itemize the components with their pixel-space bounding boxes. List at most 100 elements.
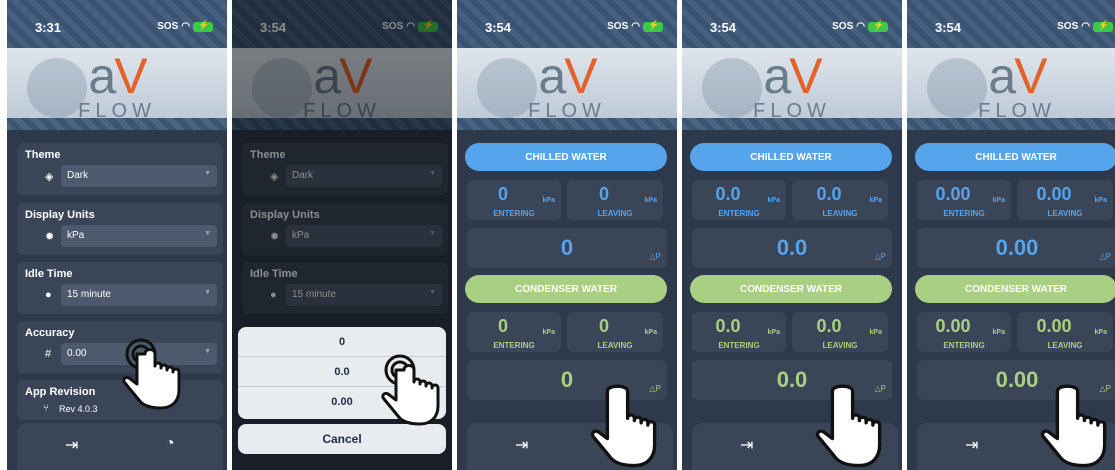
logout-icon[interactable]: ⇥ — [965, 435, 978, 455]
condenser-entering-box: 0.0 kPa ENTERING — [692, 312, 786, 352]
flow-logo-text: FLOW — [303, 100, 381, 122]
cancel-button[interactable]: Cancel — [238, 424, 446, 454]
chevron-down-icon: ▼ — [204, 348, 211, 355]
condenser-entering-box: 0 kPa ENTERING — [467, 312, 561, 352]
condenser-leaving-box: 0.00 kPa LEAVING — [1017, 312, 1113, 352]
clock-icon: ● — [45, 289, 52, 301]
app-banner: aV FLOW — [457, 48, 677, 130]
paint-bucket-icon: ◈ — [270, 171, 279, 183]
units-select[interactable]: kPa ▼ — [286, 225, 442, 247]
chilled-leaving-box: 0 kPa LEAVING — [567, 180, 663, 220]
chilled-entering-box: 0.0 kPa ENTERING — [692, 180, 786, 220]
wifi-icon: ◠ — [856, 21, 865, 32]
status-icons: SOS ◠ — [832, 20, 888, 32]
chevron-down-icon: ▼ — [204, 289, 211, 296]
status-time: 3:54 — [710, 20, 737, 35]
flow-logo-text: FLOW — [78, 100, 156, 122]
swipe-gesture-icon — [815, 384, 882, 468]
revision-title: App Revision — [25, 386, 96, 398]
status-bar: 3:54 SOS ◠ — [232, 0, 452, 48]
sos-label: SOS — [157, 21, 179, 32]
setting-title: Idle Time — [25, 268, 73, 280]
status-time: 3:31 — [35, 20, 62, 35]
chilled-entering-box: 0 kPa ENTERING — [467, 180, 561, 220]
chevron-down-icon: ▼ — [429, 289, 436, 296]
logout-icon[interactable]: ⇥ — [515, 435, 528, 455]
condenser-water-button[interactable]: CONDENSER WATER — [915, 275, 1115, 303]
app-banner: aV FLOW — [7, 48, 227, 130]
condenser-water-button[interactable]: CONDENSER WATER — [690, 275, 892, 303]
chilled-delta-p: 0.00 △P — [917, 228, 1115, 268]
phone-screen-flow-2: 3:54 SOS ◠ aV FLOW CHILLED WATER 0.00kPa… — [907, 0, 1115, 470]
setting-title: Display Units — [25, 209, 95, 221]
chevron-down-icon: ▼ — [429, 230, 436, 237]
app-banner: aV FLOW — [682, 48, 902, 130]
chilled-delta-p: 0.0 △P — [692, 228, 892, 268]
status-bar: 3:31 SOS ◠ — [7, 0, 227, 48]
idle-time-select[interactable]: 15 minute ▼ — [286, 284, 442, 306]
wifi-icon: ◠ — [1081, 21, 1090, 32]
status-icons: SOS ◠ — [382, 20, 438, 32]
display-units-setting: Display Units ✹ kPa ▼ — [17, 203, 223, 255]
phone-screen-picker: 3:54 SOS ◠ aV FLOW Theme ◈ Dark▼ Display… — [232, 0, 452, 470]
gear-icon: ✹ — [270, 231, 280, 243]
idle-time-setting: Idle Time ● 15 minute ▼ — [242, 262, 448, 314]
av-logo: aV — [538, 48, 597, 104]
bottom-nav: ⇥ ◔ — [17, 423, 223, 470]
display-units-setting: Display Units ✹ kPa ▼ — [242, 203, 448, 255]
branch-icon: ⑂ — [43, 403, 49, 414]
phone-screen-flow-1: 3:54 SOS ◠ aV FLOW CHILLED WATER 0.0kPaE… — [682, 0, 902, 470]
condenser-water-button[interactable]: CONDENSER WATER — [465, 275, 667, 303]
wifi-icon: ◠ — [406, 21, 415, 32]
battery-icon — [193, 20, 213, 32]
paint-bucket-icon: ◈ — [45, 171, 54, 183]
tap-gesture-icon — [122, 338, 181, 410]
status-bar: 3:54 SOS ◠ — [457, 0, 677, 48]
tap-gesture-icon — [381, 354, 440, 426]
status-time: 3:54 — [935, 20, 962, 35]
chilled-water-button[interactable]: CHILLED WATER — [915, 143, 1115, 171]
chilled-water-button[interactable]: CHILLED WATER — [465, 143, 667, 171]
idle-time-select[interactable]: 15 minute ▼ — [61, 284, 217, 306]
gauge-icon[interactable]: ◔ — [165, 435, 175, 453]
status-icons: SOS ◠ — [157, 20, 213, 32]
status-time: 3:54 — [260, 20, 287, 35]
phone-screen-flow-0: 3:54 SOS ◠ aV FLOW CHILLED WATER 0kPaENT… — [457, 0, 677, 470]
flow-logo-text: FLOW — [753, 100, 831, 122]
logout-icon[interactable]: ⇥ — [65, 435, 78, 455]
chevron-down-icon: ▼ — [204, 170, 211, 177]
revision-value: Rev 4.0.3 — [59, 404, 98, 414]
theme-setting: Theme ◈ Dark ▼ — [242, 143, 448, 195]
chilled-water-button[interactable]: CHILLED WATER — [690, 143, 892, 171]
app-banner: aV FLOW — [232, 48, 452, 130]
chevron-down-icon: ▼ — [429, 170, 436, 177]
battery-icon — [418, 20, 438, 32]
av-logo: aV — [88, 48, 147, 104]
theme-setting: Theme ◈ Dark ▼ — [17, 143, 223, 195]
wifi-icon: ◠ — [631, 21, 640, 32]
chilled-entering-box: 0.00 kPa ENTERING — [917, 180, 1011, 220]
gear-icon: ✹ — [45, 231, 55, 243]
condenser-leaving-box: 0 kPa LEAVING — [567, 312, 663, 352]
status-bar: 3:54 SOS ◠ — [907, 0, 1115, 48]
av-logo: aV — [763, 48, 822, 104]
chilled-leaving-box: 0.0 kPa LEAVING — [792, 180, 888, 220]
units-select[interactable]: kPa ▼ — [61, 225, 217, 247]
clock-icon: ● — [270, 289, 277, 301]
logout-icon[interactable]: ⇥ — [740, 435, 753, 455]
phone-screen-settings: 3:31 SOS ◠ aV FLOW Theme ◈ Dark▼ Display… — [7, 0, 227, 470]
theme-select[interactable]: Dark ▼ — [61, 165, 217, 187]
battery-icon — [1093, 20, 1113, 32]
idle-time-setting: Idle Time ● 15 minute ▼ — [17, 262, 223, 314]
status-time: 3:54 — [485, 20, 512, 35]
av-logo: aV — [988, 48, 1047, 104]
chevron-down-icon: ▼ — [204, 230, 211, 237]
theme-select[interactable]: Dark ▼ — [286, 165, 442, 187]
flow-logo-text: FLOW — [528, 100, 606, 122]
battery-icon — [868, 20, 888, 32]
battery-icon — [643, 20, 663, 32]
app-banner: aV FLOW — [907, 48, 1115, 130]
setting-title: Theme — [25, 149, 61, 161]
condenser-entering-box: 0.00 kPa ENTERING — [917, 312, 1011, 352]
hash-icon: # — [45, 348, 52, 360]
